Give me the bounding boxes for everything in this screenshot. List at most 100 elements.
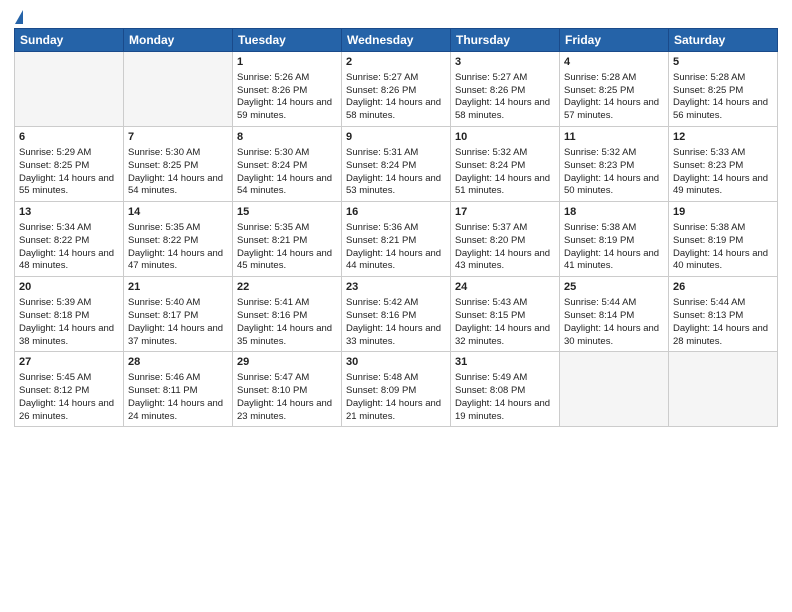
calendar-cell: 13 Sunrise: 5:34 AMSunset: 8:22 PMDayligh… — [15, 202, 124, 277]
day-number: 13 — [19, 205, 119, 220]
calendar-cell: 25Sunrise: 5:44 AMSunset: 8:14 PMDayligh… — [560, 277, 669, 352]
logo — [14, 10, 23, 22]
calendar-cell: 24 Sunrise: 5:43 AMSunset: 8:15 PMDayligh… — [451, 277, 560, 352]
cell-content: Sunrise: 5:42 AMSunset: 8:16 PMDaylight:… — [346, 297, 446, 348]
day-number: 1 — [237, 55, 337, 70]
calendar-cell: 8Sunrise: 5:30 AMSunset: 8:24 PMDaylight… — [233, 127, 342, 202]
day-number: 31 — [455, 355, 555, 370]
day-number: 10 — [455, 130, 555, 145]
cell-content: Sunrise: 5:31 AMSunset: 8:24 PMDaylight:… — [346, 147, 446, 198]
calendar-cell: 28 Sunrise: 5:46 AMSunset: 8:11 PMDayligh… — [124, 352, 233, 427]
day-number: 23 — [346, 280, 446, 295]
cell-content: Sunrise: 5:46 AMSunset: 8:11 PMDaylight:… — [128, 372, 228, 423]
calendar-cell: 7 Sunrise: 5:30 AMSunset: 8:25 PMDaylight… — [124, 127, 233, 202]
day-number: 4 — [564, 55, 664, 70]
cell-content: Sunrise: 5:34 AMSunset: 8:22 PMDaylight:… — [19, 222, 119, 273]
cell-content: Sunrise: 5:47 AMSunset: 8:10 PMDaylight:… — [237, 372, 337, 423]
day-number: 18 — [564, 205, 664, 220]
weekday-header-wednesday: Wednesday — [342, 29, 451, 52]
calendar-cell — [560, 352, 669, 427]
day-number: 6 — [19, 130, 119, 145]
calendar-cell: 16 Sunrise: 5:36 AMSunset: 8:21 PMDayligh… — [342, 202, 451, 277]
cell-content: Sunrise: 5:27 AMSunset: 8:26 PMDaylight:… — [455, 72, 555, 123]
weekday-header-thursday: Thursday — [451, 29, 560, 52]
day-number: 29 — [237, 355, 337, 370]
cell-content: Sunrise: 5:41 AMSunset: 8:16 PMDaylight:… — [237, 297, 337, 348]
cell-content: Sunrise: 5:48 AMSunset: 8:09 PMDaylight:… — [346, 372, 446, 423]
day-number: 5 — [673, 55, 773, 70]
calendar-cell: 2Sunrise: 5:27 AMSunset: 8:26 PMDaylight… — [342, 52, 451, 127]
day-number: 30 — [346, 355, 446, 370]
week-row-4: 20Sunrise: 5:39 AMSunset: 8:18 PMDayligh… — [15, 277, 778, 352]
day-number: 12 — [673, 130, 773, 145]
calendar-cell: 23 Sunrise: 5:42 AMSunset: 8:16 PMDayligh… — [342, 277, 451, 352]
calendar-cell: 18Sunrise: 5:38 AMSunset: 8:19 PMDayligh… — [560, 202, 669, 277]
cell-content: Sunrise: 5:40 AMSunset: 8:17 PMDaylight:… — [128, 297, 228, 348]
cell-content: Sunrise: 5:37 AMSunset: 8:20 PMDaylight:… — [455, 222, 555, 273]
day-number: 20 — [19, 280, 119, 295]
calendar-cell: 11 Sunrise: 5:32 AMSunset: 8:23 PMDayligh… — [560, 127, 669, 202]
weekday-header-saturday: Saturday — [669, 29, 778, 52]
cell-content: Sunrise: 5:29 AMSunset: 8:25 PMDaylight:… — [19, 147, 119, 198]
calendar-cell: 12Sunrise: 5:33 AMSunset: 8:23 PMDayligh… — [669, 127, 778, 202]
cell-content: Sunrise: 5:49 AMSunset: 8:08 PMDaylight:… — [455, 372, 555, 423]
calendar-cell: 3Sunrise: 5:27 AMSunset: 8:26 PMDaylight… — [451, 52, 560, 127]
day-number: 16 — [346, 205, 446, 220]
day-number: 24 — [455, 280, 555, 295]
cell-content: Sunrise: 5:35 AMSunset: 8:21 PMDaylight:… — [237, 222, 337, 273]
day-number: 28 — [128, 355, 228, 370]
calendar-cell: 1 Sunrise: 5:26 AMSunset: 8:26 PMDaylight… — [233, 52, 342, 127]
cell-content: Sunrise: 5:32 AMSunset: 8:24 PMDaylight:… — [455, 147, 555, 198]
cell-content: Sunrise: 5:30 AMSunset: 8:25 PMDaylight:… — [128, 147, 228, 198]
calendar-cell: 10 Sunrise: 5:32 AMSunset: 8:24 PMDayligh… — [451, 127, 560, 202]
calendar-cell: 19Sunrise: 5:38 AMSunset: 8:19 PMDayligh… — [669, 202, 778, 277]
cell-content: Sunrise: 5:28 AMSunset: 8:25 PMDaylight:… — [564, 72, 664, 123]
day-number: 11 — [564, 130, 664, 145]
calendar-cell — [124, 52, 233, 127]
weekday-header-monday: Monday — [124, 29, 233, 52]
day-number: 17 — [455, 205, 555, 220]
cell-content: Sunrise: 5:28 AMSunset: 8:25 PMDaylight:… — [673, 72, 773, 123]
week-row-2: 6 Sunrise: 5:29 AMSunset: 8:25 PMDaylight… — [15, 127, 778, 202]
day-number: 15 — [237, 205, 337, 220]
calendar-cell: 22 Sunrise: 5:41 AMSunset: 8:16 PMDayligh… — [233, 277, 342, 352]
day-number: 27 — [19, 355, 119, 370]
cell-content: Sunrise: 5:26 AMSunset: 8:26 PMDaylight:… — [237, 72, 337, 123]
day-number: 14 — [128, 205, 228, 220]
cell-content: Sunrise: 5:36 AMSunset: 8:21 PMDaylight:… — [346, 222, 446, 273]
calendar-cell: 6 Sunrise: 5:29 AMSunset: 8:25 PMDaylight… — [15, 127, 124, 202]
calendar-cell — [669, 352, 778, 427]
calendar-cell — [15, 52, 124, 127]
calendar-cell: 20Sunrise: 5:39 AMSunset: 8:18 PMDayligh… — [15, 277, 124, 352]
week-row-1: 1 Sunrise: 5:26 AMSunset: 8:26 PMDaylight… — [15, 52, 778, 127]
calendar-cell: 27 Sunrise: 5:45 AMSunset: 8:12 PMDayligh… — [15, 352, 124, 427]
day-number: 7 — [128, 130, 228, 145]
calendar-cell: 15 Sunrise: 5:35 AMSunset: 8:21 PMDayligh… — [233, 202, 342, 277]
cell-content: Sunrise: 5:45 AMSunset: 8:12 PMDaylight:… — [19, 372, 119, 423]
calendar-cell: 9Sunrise: 5:31 AMSunset: 8:24 PMDaylight… — [342, 127, 451, 202]
cell-content: Sunrise: 5:43 AMSunset: 8:15 PMDaylight:… — [455, 297, 555, 348]
day-number: 22 — [237, 280, 337, 295]
day-number: 2 — [346, 55, 446, 70]
weekday-header-sunday: Sunday — [15, 29, 124, 52]
weekday-header-friday: Friday — [560, 29, 669, 52]
weekday-header-row: SundayMondayTuesdayWednesdayThursdayFrid… — [15, 29, 778, 52]
day-number: 8 — [237, 130, 337, 145]
day-number: 21 — [128, 280, 228, 295]
calendar-cell: 5 Sunrise: 5:28 AMSunset: 8:25 PMDaylight… — [669, 52, 778, 127]
page: SundayMondayTuesdayWednesdayThursdayFrid… — [0, 0, 792, 612]
calendar-table: SundayMondayTuesdayWednesdayThursdayFrid… — [14, 28, 778, 427]
calendar-cell: 17 Sunrise: 5:37 AMSunset: 8:20 PMDayligh… — [451, 202, 560, 277]
cell-content: Sunrise: 5:32 AMSunset: 8:23 PMDaylight:… — [564, 147, 664, 198]
cell-content: Sunrise: 5:44 AMSunset: 8:13 PMDaylight:… — [673, 297, 773, 348]
logo-triangle-icon — [15, 10, 23, 24]
calendar-cell: 26Sunrise: 5:44 AMSunset: 8:13 PMDayligh… — [669, 277, 778, 352]
cell-content: Sunrise: 5:44 AMSunset: 8:14 PMDaylight:… — [564, 297, 664, 348]
calendar-cell: 30 Sunrise: 5:48 AMSunset: 8:09 PMDayligh… — [342, 352, 451, 427]
calendar-cell: 31 Sunrise: 5:49 AMSunset: 8:08 PMDayligh… — [451, 352, 560, 427]
week-row-3: 13 Sunrise: 5:34 AMSunset: 8:22 PMDayligh… — [15, 202, 778, 277]
weekday-header-tuesday: Tuesday — [233, 29, 342, 52]
day-number: 19 — [673, 205, 773, 220]
calendar-cell: 14 Sunrise: 5:35 AMSunset: 8:22 PMDayligh… — [124, 202, 233, 277]
cell-content: Sunrise: 5:35 AMSunset: 8:22 PMDaylight:… — [128, 222, 228, 273]
